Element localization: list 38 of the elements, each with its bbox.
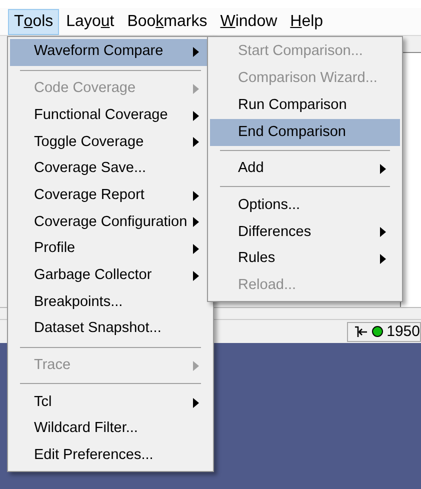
menu-item[interactable]: Coverage Configuration: [10, 209, 211, 236]
submenu-arrow-icon: [193, 217, 199, 228]
submenu-arrow-icon: [193, 244, 199, 254]
menu-title[interactable]: Bookmarks: [121, 8, 214, 34]
menu-title[interactable]: Window: [214, 8, 284, 34]
collapse-icon[interactable]: [354, 326, 368, 338]
menu-item[interactable]: Dataset Snapshot...: [10, 316, 211, 343]
submenu-arrow-icon: [193, 137, 199, 148]
submenu-arrow-icon: [193, 190, 199, 201]
menu-item[interactable]: Rules: [210, 246, 400, 272]
menu-item[interactable]: Breakpoints...: [10, 289, 211, 316]
submenu-arrow-icon: [380, 227, 386, 238]
menu-item[interactable]: Edit Preferences...: [10, 442, 211, 470]
menu-item[interactable]: Run Comparison: [210, 92, 400, 120]
submenu-arrow-icon: [193, 360, 199, 371]
menu-item[interactable]: Functional Coverage: [10, 102, 211, 130]
status-value: 1950: [386, 324, 420, 339]
menu-item[interactable]: Differences: [210, 219, 400, 246]
submenu-arrow-icon: [380, 164, 386, 174]
menu-item[interactable]: Wildcard Filter...: [10, 416, 211, 443]
menu-item[interactable]: Coverage Save...: [10, 156, 211, 182]
menu-item[interactable]: Garbage Collector: [10, 262, 211, 290]
submenu-arrow-icon: [193, 47, 199, 58]
submenu-arrow-icon: [380, 254, 386, 264]
menu-title[interactable]: Tools: [8, 8, 60, 34]
submenu-arrow-icon: [193, 84, 199, 94]
menu-item[interactable]: Profile: [10, 236, 211, 262]
submenu-arrow-icon: [193, 398, 199, 408]
menu-item[interactable]: Tcl: [10, 389, 211, 416]
menu-item[interactable]: Options...: [210, 192, 400, 220]
submenu-arrow-icon: [193, 270, 199, 281]
menu-title[interactable]: Layout: [60, 8, 120, 34]
menu-item[interactable]: Coverage Report: [10, 182, 211, 210]
menu-title[interactable]: Help: [284, 8, 330, 34]
submenu-arrow-icon: [193, 110, 199, 121]
menu-item[interactable]: Toggle Coverage: [10, 129, 211, 156]
menu-item[interactable]: Add: [210, 156, 400, 182]
menu-item[interactable]: End Comparison: [210, 119, 400, 146]
